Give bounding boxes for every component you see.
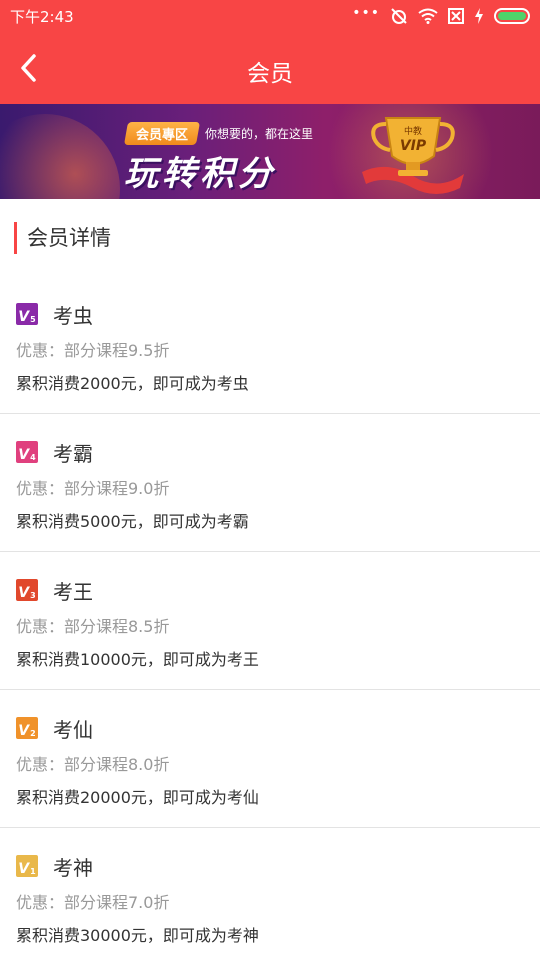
level-requirement: 累积消费2000元，即可成为考虫 [16, 374, 249, 393]
promo-banner[interactable]: 会员專区 你想要的，都在这里 玩转积分 中教 VIP [0, 104, 540, 199]
badge-number: 2 [30, 729, 36, 738]
level-badge-icon: V3 [16, 579, 38, 601]
nav-bar: 会员 [0, 32, 540, 104]
section-title: 会员详情 [14, 222, 111, 254]
banner-decoration [0, 114, 120, 199]
member-level-list: V5 考虫 优惠：部分课程9.5折 累积消费2000元，即可成为考虫 V4 考霸… [0, 276, 540, 960]
page-title: 会员 [247, 61, 293, 87]
sim-off-icon [448, 8, 464, 24]
level-requirement: 累积消费10000元，即可成为考王 [16, 650, 259, 669]
status-icons: ••• [352, 5, 530, 25]
banner-tag: 会员專区 [123, 122, 201, 145]
member-level-item[interactable]: V2 考仙 优惠：部分课程8.0折 累积消费20000元，即可成为考仙 [0, 690, 540, 828]
level-badge-icon: V1 [16, 855, 38, 877]
level-badge-icon: V2 [16, 717, 38, 739]
more-dots-icon: ••• [352, 5, 380, 21]
badge-number: 3 [30, 591, 36, 600]
badge-letter: V [18, 309, 30, 325]
banner-subtitle: 你想要的，都在这里 [205, 127, 314, 141]
battery-icon [494, 8, 530, 24]
level-name: 考仙 [53, 718, 93, 742]
level-badge-icon: V5 [16, 303, 38, 325]
status-bar: 下午2:43 ••• [0, 0, 540, 32]
level-badge-icon: V4 [16, 441, 38, 463]
member-level-item[interactable]: V3 考王 优惠：部分课程8.5折 累积消费10000元，即可成为考王 [0, 552, 540, 690]
charging-icon [474, 8, 484, 24]
banner-headline: 玩转积分 [124, 154, 276, 194]
badge-number: 5 [30, 315, 36, 324]
badge-letter: V [18, 585, 30, 601]
level-discount: 优惠：部分课程9.0折 [16, 479, 170, 498]
level-name: 考虫 [53, 304, 93, 328]
level-requirement: 累积消费30000元，即可成为考神 [16, 926, 259, 945]
trophy-top-text: 中教 [404, 125, 422, 137]
level-name: 考神 [53, 856, 93, 880]
member-level-item[interactable]: V4 考霸 优惠：部分课程9.0折 累积消费5000元，即可成为考霸 [0, 414, 540, 552]
member-level-item[interactable]: V5 考虫 优惠：部分课程9.5折 累积消费2000元，即可成为考虫 [0, 276, 540, 414]
badge-letter: V [18, 447, 30, 463]
trophy-vip-text: VIP [400, 138, 427, 154]
status-time: 下午2:43 [10, 8, 74, 26]
member-level-item[interactable]: V1 考神 优惠：部分课程7.0折 累积消费30000元，即可成为考神 [0, 828, 540, 960]
badge-letter: V [18, 723, 30, 739]
level-name: 考霸 [53, 442, 93, 466]
badge-letter: V [18, 861, 30, 877]
alarm-off-icon [390, 7, 408, 25]
wifi-icon [418, 8, 438, 24]
banner-tag-label: 会员專区 [136, 128, 189, 143]
level-discount: 优惠：部分课程8.0折 [16, 755, 170, 774]
level-discount: 优惠：部分课程9.5折 [16, 341, 170, 360]
badge-number: 4 [30, 453, 36, 462]
level-requirement: 累积消费5000元，即可成为考霸 [16, 512, 249, 531]
level-name: 考王 [53, 580, 93, 604]
level-discount: 优惠：部分课程8.5折 [16, 617, 170, 636]
level-discount: 优惠：部分课程7.0折 [16, 893, 170, 912]
vip-trophy-icon: 中教 VIP [362, 117, 464, 194]
level-requirement: 累积消费20000元，即可成为考仙 [16, 788, 259, 807]
badge-number: 1 [30, 867, 36, 876]
